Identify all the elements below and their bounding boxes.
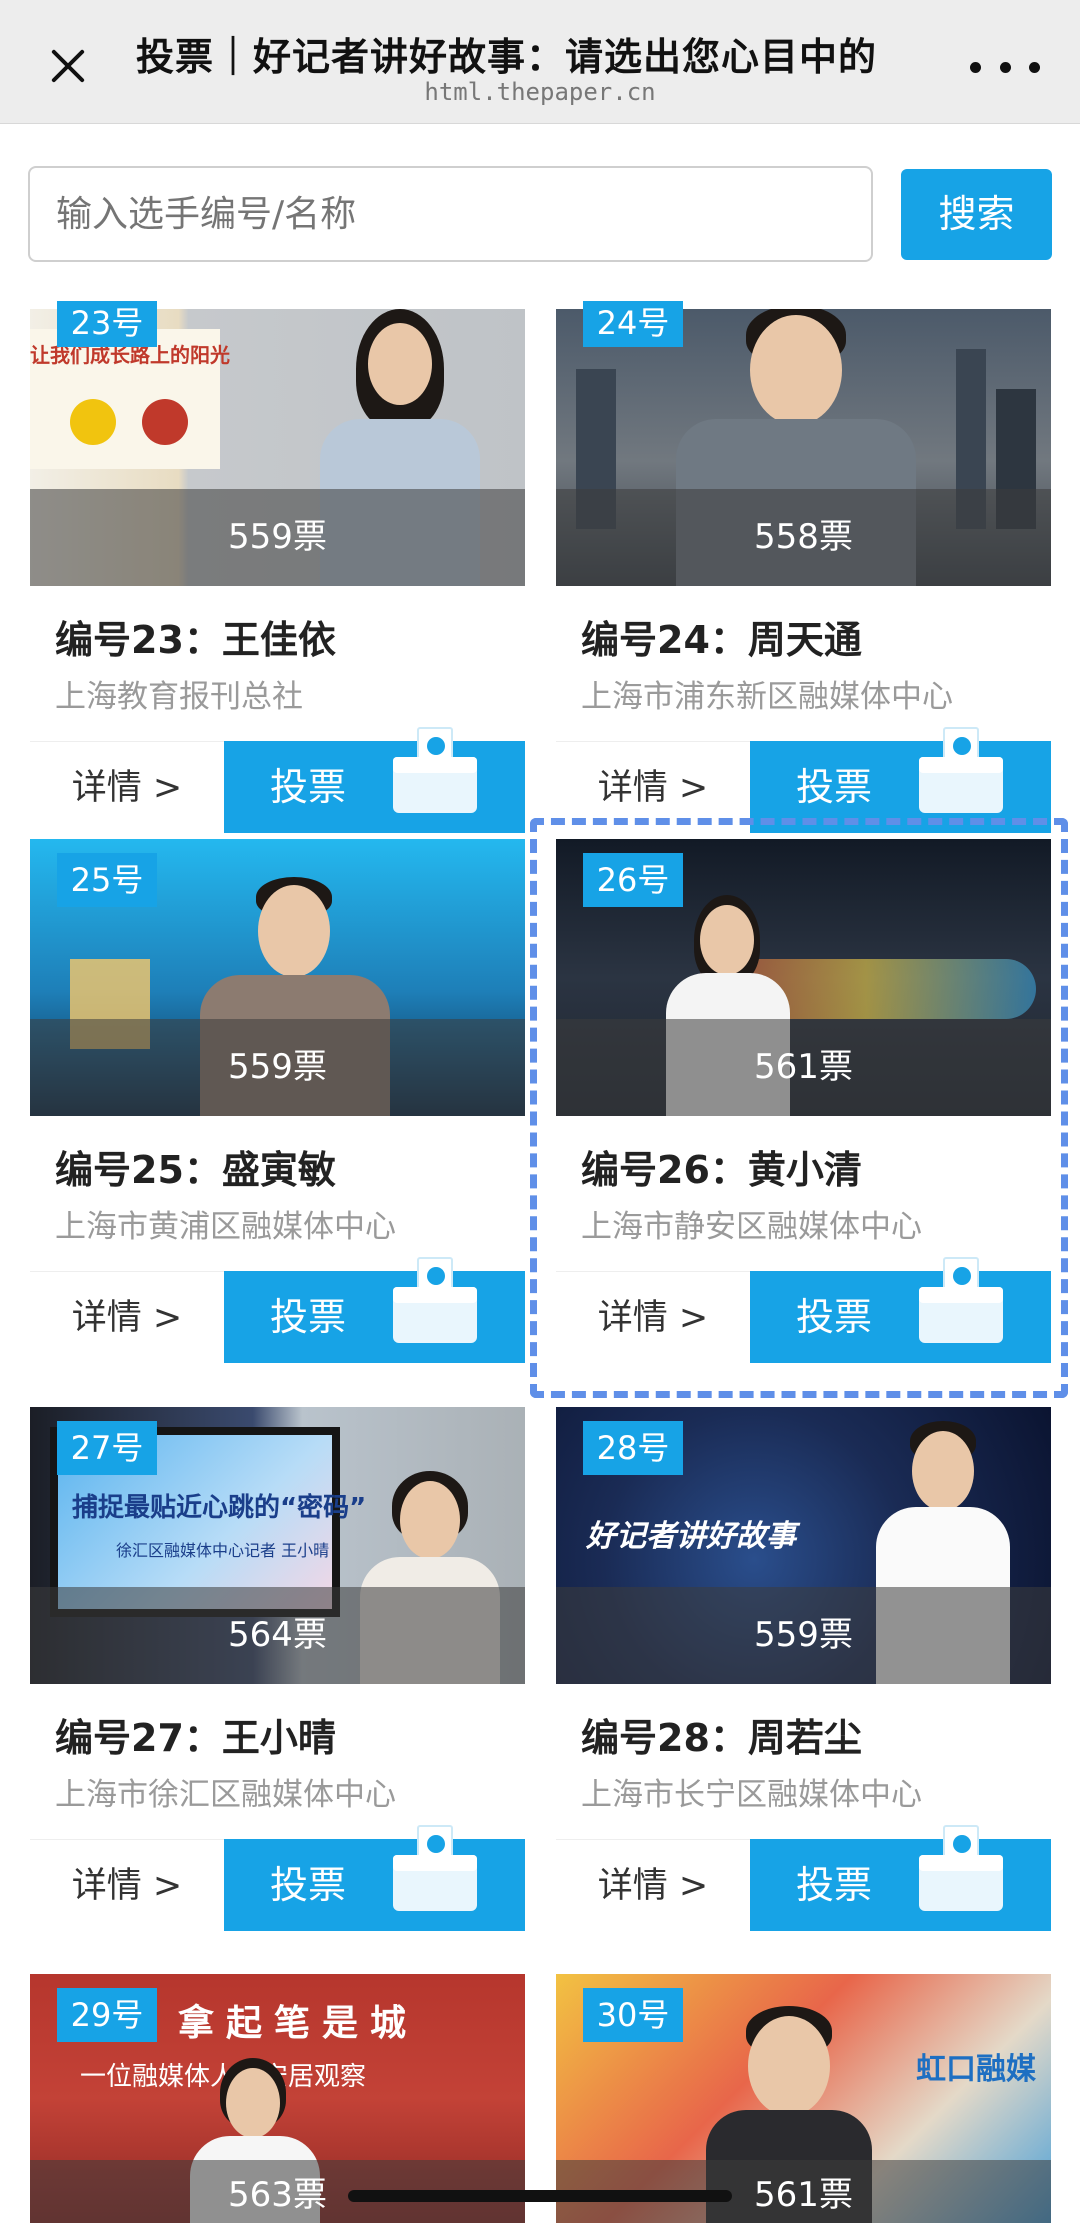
vote-button-label: 投票 (796, 765, 873, 809)
candidate-name: 编号28：周若尘 (581, 1716, 862, 1760)
vote-button[interactable]: 投票 (224, 1257, 525, 1363)
candidate-number-badge: 23号 (57, 301, 157, 347)
vote-button-label: 投票 (796, 1295, 873, 1339)
more-options-icon[interactable] (970, 52, 1040, 82)
browser-top-bar: 投票｜好记者讲好故事：请选出您心目中的 html.thepaper.cn (0, 0, 1080, 124)
candidate-organization: 上海教育报刊总社 (55, 679, 303, 715)
ballot-box-icon (915, 727, 1007, 819)
thumbnail-headline: 拿起笔是城 (178, 2003, 419, 2044)
candidate-number-badge: 24号 (583, 301, 683, 347)
candidate-name: 编号24：周天通 (581, 618, 862, 662)
candidate-organization: 上海市黄浦区融媒体中心 (55, 1209, 396, 1245)
home-indicator[interactable] (348, 2190, 732, 2202)
search-button[interactable]: 搜索 (901, 169, 1052, 260)
ballot-box-icon (389, 727, 481, 819)
vote-button-label: 投票 (270, 765, 347, 809)
page-title: 投票｜好记者讲好故事：请选出您心目中的 (136, 35, 878, 79)
candidate-organization: 上海市徐汇区融媒体中心 (55, 1777, 396, 1813)
candidate-organization: 上海市静安区融媒体中心 (581, 1209, 922, 1245)
vote-count: 559票 (556, 1587, 1051, 1684)
details-link[interactable]: 详情 > (556, 1839, 750, 1931)
candidate-number-badge: 29号 (57, 1988, 157, 2042)
vote-button[interactable]: 投票 (224, 727, 525, 833)
candidate-card-30: 虹口融媒 561票 30号 (556, 1974, 1051, 2223)
ballot-box-icon (389, 1257, 481, 1349)
vote-button[interactable]: 投票 (750, 727, 1051, 833)
details-link[interactable]: 详情 > (556, 741, 750, 833)
candidate-thumbnail[interactable]: 558票 (556, 309, 1051, 586)
candidate-card-28: 好记者讲好故事 559票 28号 编号28：周若尘 上海市长宁区融媒体中心 详情… (556, 1407, 1051, 1931)
candidate-name: 编号23：王佳依 (55, 618, 336, 662)
candidate-number-badge: 28号 (583, 1421, 683, 1475)
details-link[interactable]: 详情 > (30, 1271, 224, 1363)
details-link[interactable]: 详情 > (30, 1839, 224, 1931)
vote-button[interactable]: 投票 (750, 1825, 1051, 1931)
ballot-box-icon (915, 1257, 1007, 1349)
vote-button-label: 投票 (270, 1295, 347, 1339)
candidate-card-27: 捕捉最贴近心跳的“密码” 徐汇区融媒体中心记者 王小晴 564票 27号 编号2… (30, 1407, 525, 1931)
candidate-card-29: 拿起笔是城 一位融媒体人的安居观察 563票 29号 (30, 1974, 525, 2223)
vote-count: 559票 (30, 1019, 525, 1116)
candidate-number-badge: 30号 (583, 1988, 683, 2042)
candidate-organization: 上海市浦东新区融媒体中心 (581, 679, 953, 715)
page-url: html.thepaper.cn (424, 78, 656, 106)
vote-count: 558票 (556, 489, 1051, 586)
candidate-organization: 上海市长宁区融媒体中心 (581, 1777, 922, 1813)
vote-count: 559票 (30, 489, 525, 586)
thumbnail-banner: 好记者讲好故事 (586, 1519, 796, 1554)
candidate-number-badge: 25号 (57, 853, 157, 907)
vote-count: 561票 (556, 1019, 1051, 1116)
candidate-number-badge: 26号 (583, 853, 683, 907)
slide-headline: 捕捉最贴近心跳的“密码” (72, 1493, 367, 1523)
thumbnail-logo: 虹口融媒 (916, 2052, 1036, 2087)
candidate-card-23: 让我们成长路上的阳光 559票 23号 编号23：王佳依 上海教育报刊总社 详情… (30, 301, 525, 833)
ballot-box-icon (389, 1825, 481, 1917)
vote-button[interactable]: 投票 (750, 1257, 1051, 1363)
details-link[interactable]: 详情 > (30, 741, 224, 833)
candidate-name: 编号26：黄小清 (581, 1148, 862, 1192)
candidate-name: 编号25：盛寅敏 (55, 1148, 336, 1192)
vote-button[interactable]: 投票 (224, 1825, 525, 1931)
search-input[interactable] (28, 166, 873, 262)
candidate-card-25: 559票 25号 编号25：盛寅敏 上海市黄浦区融媒体中心 详情 > 投票 (30, 839, 525, 1363)
candidate-card-26: 561票 26号 编号26：黄小清 上海市静安区融媒体中心 详情 > 投票 (556, 839, 1051, 1363)
candidate-thumbnail[interactable]: 让我们成长路上的阳光 559票 (30, 309, 525, 586)
candidate-name: 编号27：王小晴 (55, 1716, 336, 1760)
candidate-number-badge: 27号 (57, 1421, 157, 1475)
slide-byline: 徐汇区融媒体中心记者 王小晴 (116, 1541, 330, 1560)
vote-button-label: 投票 (270, 1863, 347, 1907)
candidate-card-24: 558票 24号 编号24：周天通 上海市浦东新区融媒体中心 详情 > 投票 (556, 301, 1051, 833)
vote-count: 564票 (30, 1587, 525, 1684)
ballot-box-icon (915, 1825, 1007, 1917)
vote-button-label: 投票 (796, 1863, 873, 1907)
details-link[interactable]: 详情 > (556, 1271, 750, 1363)
